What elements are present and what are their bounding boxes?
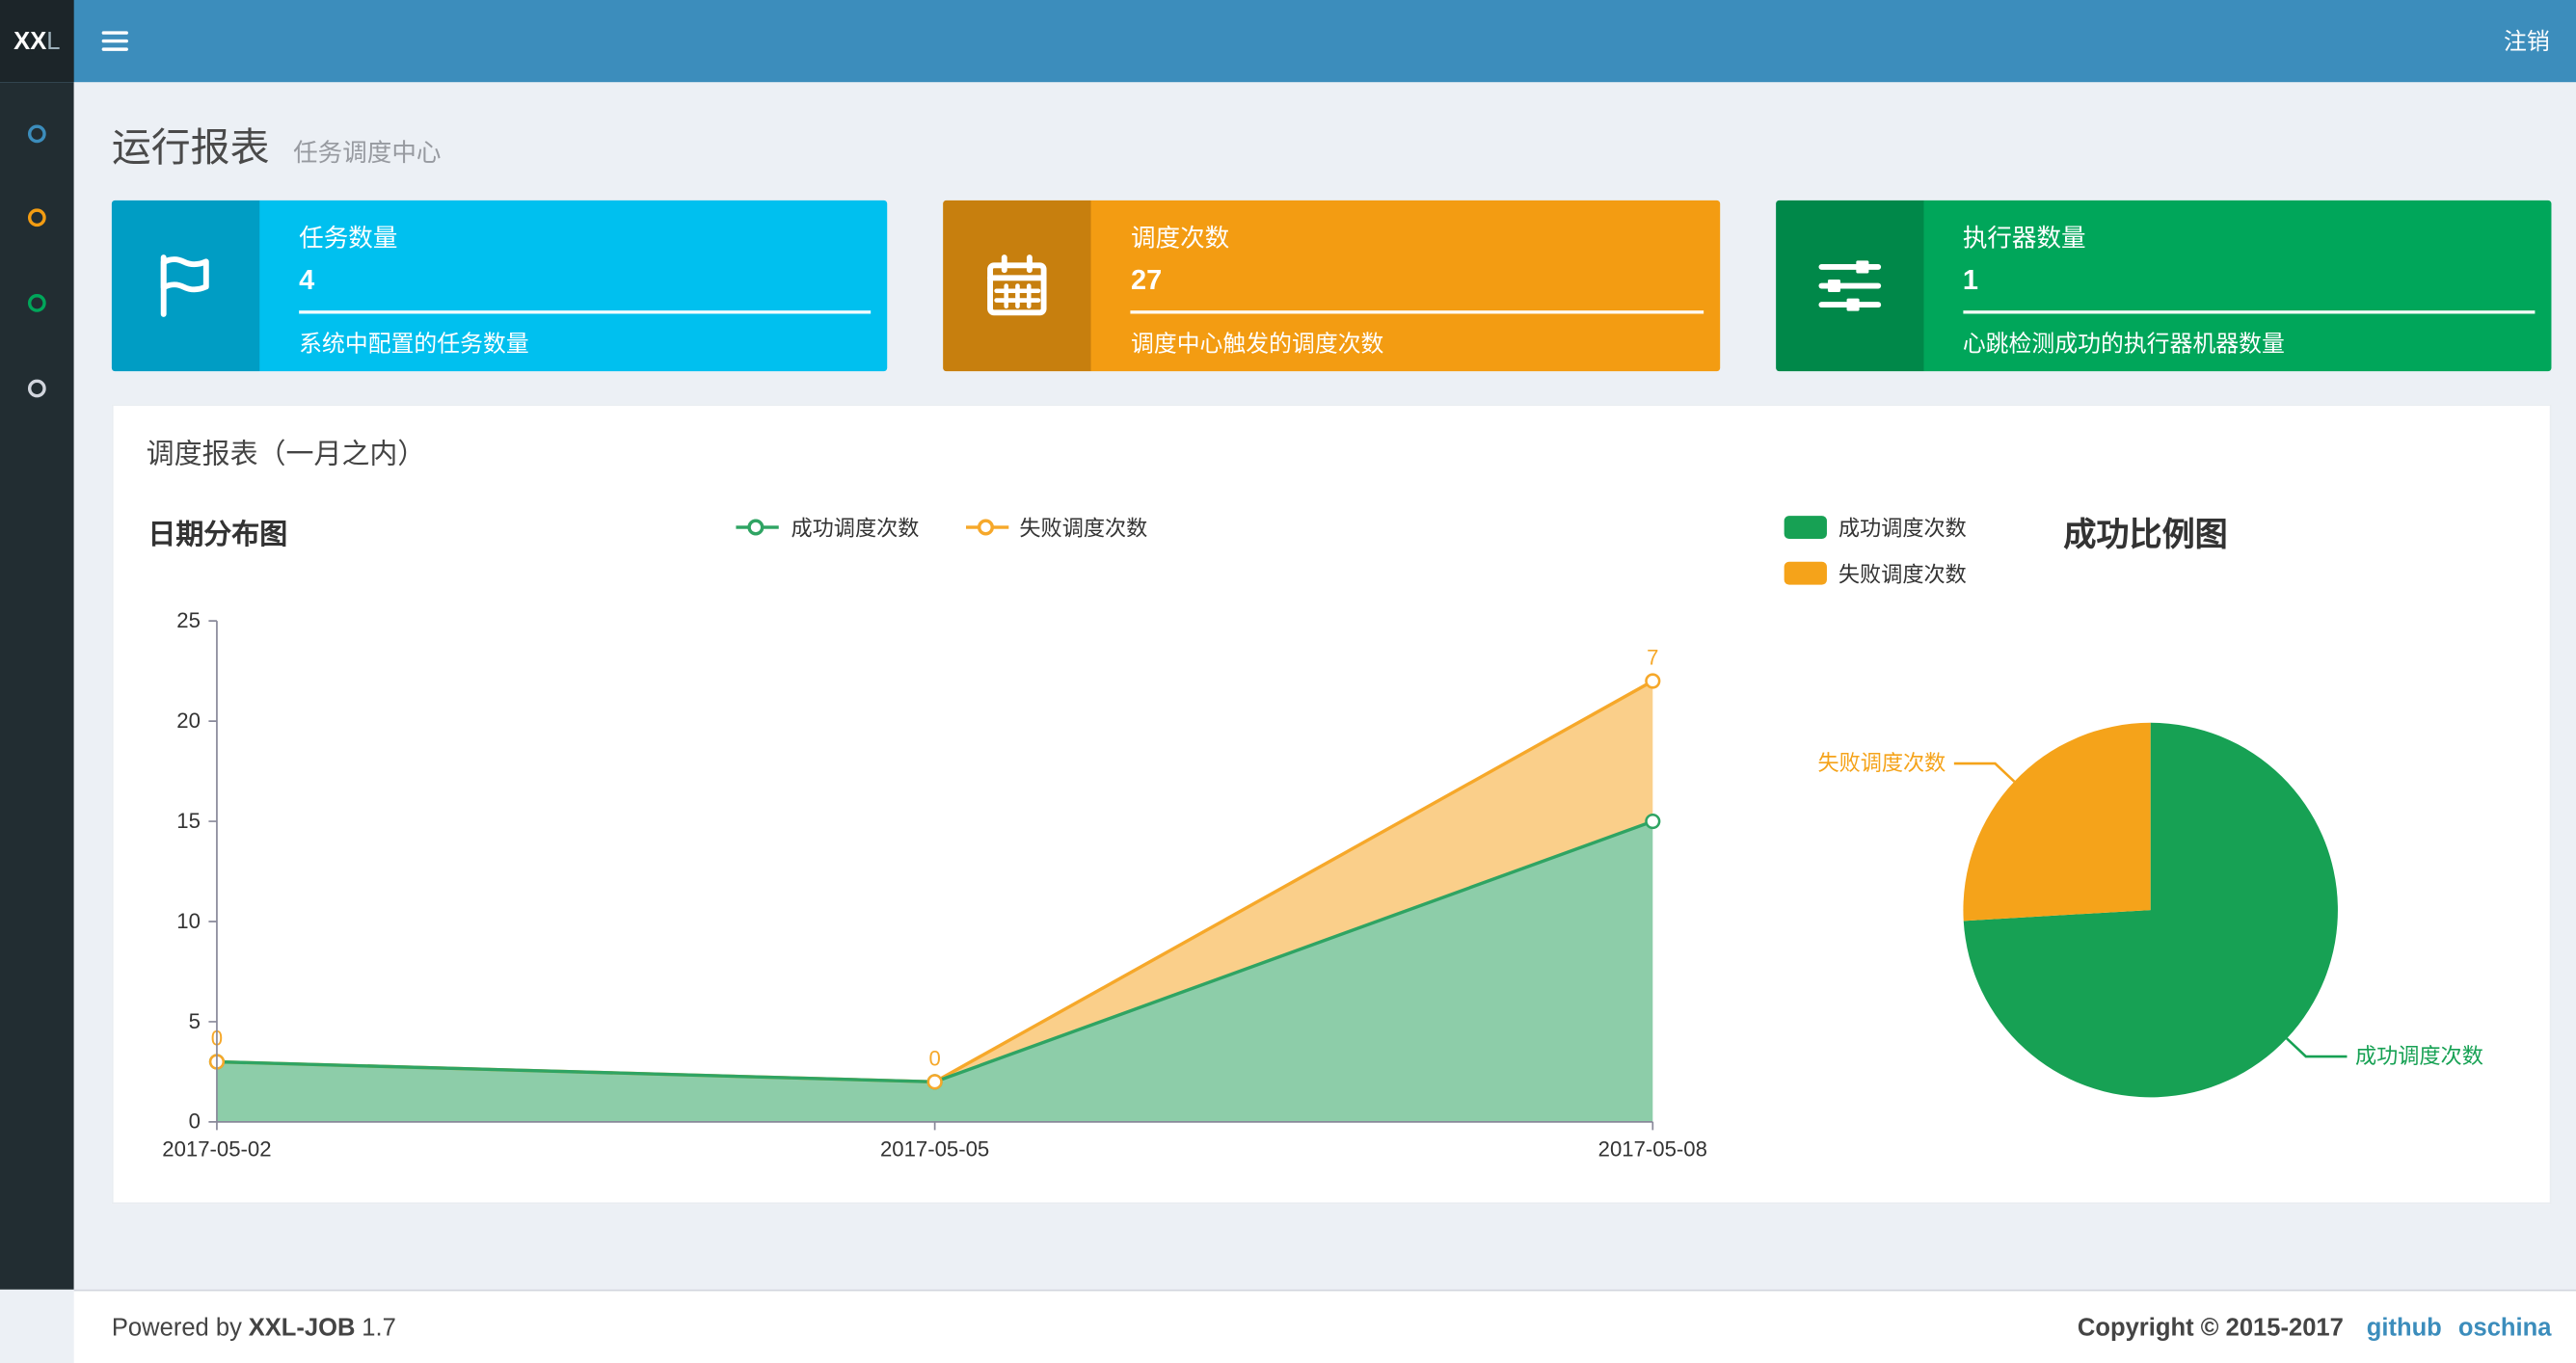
summary-cards-row: 任务数量 4 系统中配置的任务数量 调度次数 27 调度中心触发的调度次数 执行… <box>111 200 2552 372</box>
main-content: 运行报表 任务调度中心 任务数量 4 系统中配置的任务数量 调度次数 27 调度… <box>73 82 2576 1290</box>
legend-item-success[interactable]: 成功调度次数 <box>1784 511 1967 542</box>
app-window: XX L 注销 运行报表 任务调度中心 任务数量 4 系统中配置的任务数量 调度… <box>0 0 2576 1363</box>
svg-text:10: 10 <box>176 909 201 933</box>
date-distribution-chart: 00705101520252017-05-022017-05-052017-05… <box>162 608 1707 1160</box>
card-description: 调度中心触发的调度次数 <box>1130 330 1384 357</box>
logo-text-bold: XX <box>13 27 47 56</box>
svg-text:2017-05-02: 2017-05-02 <box>162 1137 271 1160</box>
legend-label: 成功调度次数 <box>1838 516 1967 541</box>
line-marker-icon <box>737 518 780 535</box>
svg-text:5: 5 <box>189 1009 201 1033</box>
pie-chart-title: 成功比例图 <box>2063 517 2228 554</box>
divider <box>1130 310 1704 314</box>
trigger-count-card: 调度次数 27 调度中心触发的调度次数 <box>943 200 1720 372</box>
sidebar-item-2[interactable] <box>0 184 74 250</box>
legend-label: 失败调度次数 <box>1019 516 1148 541</box>
svg-text:0: 0 <box>928 1046 940 1070</box>
task-count-card: 任务数量 4 系统中配置的任务数量 <box>111 200 888 372</box>
card-label: 调度次数 <box>1130 225 1230 254</box>
circle-icon <box>27 293 46 311</box>
oschina-link[interactable]: oschina <box>2458 1313 2552 1341</box>
card-body: 任务数量 4 系统中配置的任务数量 <box>259 200 888 371</box>
sliders-icon <box>1775 200 1923 372</box>
logo-text-light: L <box>46 27 61 56</box>
svg-text:2017-05-05: 2017-05-05 <box>880 1137 989 1160</box>
card-body: 执行器数量 1 心跳检测成功的执行器机器数量 <box>1923 200 2552 371</box>
legend-item-fail[interactable]: 失败调度次数 <box>965 511 1147 542</box>
circle-icon <box>27 123 46 143</box>
circle-icon <box>27 378 46 397</box>
legend-label: 成功调度次数 <box>791 516 920 541</box>
svg-text:0: 0 <box>189 1109 201 1134</box>
app-logo[interactable]: XX L <box>0 0 74 83</box>
line-marker-icon <box>965 518 1008 535</box>
footer-right: Copyright © 2015-2017 github oschina <box>2071 1313 2552 1342</box>
brand-name: XXL-JOB <box>248 1313 356 1342</box>
svg-text:成功调度次数: 成功调度次数 <box>2355 1044 2483 1068</box>
sidebar-item-4[interactable] <box>0 355 74 420</box>
svg-text:7: 7 <box>1647 645 1658 669</box>
hamburger-icon <box>101 31 128 51</box>
circle-icon <box>27 207 46 227</box>
svg-text:2017-05-08: 2017-05-08 <box>1598 1137 1707 1160</box>
card-label: 任务数量 <box>299 225 398 254</box>
card-label: 执行器数量 <box>1962 225 2086 254</box>
card-value: 27 <box>1130 264 1163 296</box>
page-title: 运行报表 <box>111 126 270 172</box>
card-description: 心跳检测成功的执行器机器数量 <box>1962 330 2285 357</box>
divider <box>1962 310 2536 314</box>
legend-item-success[interactable]: 成功调度次数 <box>737 511 919 542</box>
page-header: 运行报表 任务调度中心 <box>74 82 2576 173</box>
pie-chart-legend: 成功调度次数 失败调度次数 <box>1784 511 1967 588</box>
page-subtitle: 任务调度中心 <box>293 139 442 168</box>
executor-count-card: 执行器数量 1 心跳检测成功的执行器机器数量 <box>1775 200 2552 372</box>
svg-text:25: 25 <box>176 608 201 632</box>
legend-label: 失败调度次数 <box>1838 561 1967 587</box>
calendar-icon <box>943 200 1092 372</box>
sidebar-item-3[interactable] <box>0 269 74 334</box>
svg-text:15: 15 <box>176 809 201 833</box>
logout-link[interactable]: 注销 <box>2478 0 2576 82</box>
panel-title: 调度报表（一月之内） <box>146 438 426 470</box>
success-ratio-pie-chart: 成功调度次数 失败调度次数 <box>1817 722 2483 1098</box>
sidebar-item-1[interactable] <box>0 100 74 166</box>
card-value: 4 <box>299 264 315 296</box>
github-link[interactable]: github <box>2367 1313 2442 1341</box>
swatch-icon <box>1784 560 1827 584</box>
svg-text:20: 20 <box>176 708 201 733</box>
flag-icon <box>111 200 260 372</box>
line-chart-legend: 成功调度次数 失败调度次数 <box>142 511 1743 542</box>
sidebar <box>0 82 74 1290</box>
divider <box>299 310 872 314</box>
card-description: 系统中配置的任务数量 <box>299 330 529 357</box>
version-text: 1.7 <box>362 1313 396 1342</box>
legend-item-fail[interactable]: 失败调度次数 <box>1784 557 1967 588</box>
svg-text:失败调度次数: 失败调度次数 <box>1817 751 1945 775</box>
top-navbar: XX L 注销 <box>0 0 2576 83</box>
powered-by-text: Powered by XXL-JOB 1.7 <box>111 1313 396 1342</box>
swatch-icon <box>1784 515 1827 539</box>
footer: Powered by XXL-JOB 1.7 Copyright © 2015-20… <box>73 1289 2576 1363</box>
card-value: 1 <box>1962 264 1978 296</box>
card-body: 调度次数 27 调度中心触发的调度次数 <box>1091 200 1720 371</box>
sidebar-toggle-button[interactable] <box>74 0 156 82</box>
copyright-text: Copyright © 2015-2017 <box>2077 1313 2344 1342</box>
report-panel: 调度报表（一月之内） 日期分布图 成功调度次数 失败调度次数 成功调度次数 失败… <box>111 404 2552 1205</box>
